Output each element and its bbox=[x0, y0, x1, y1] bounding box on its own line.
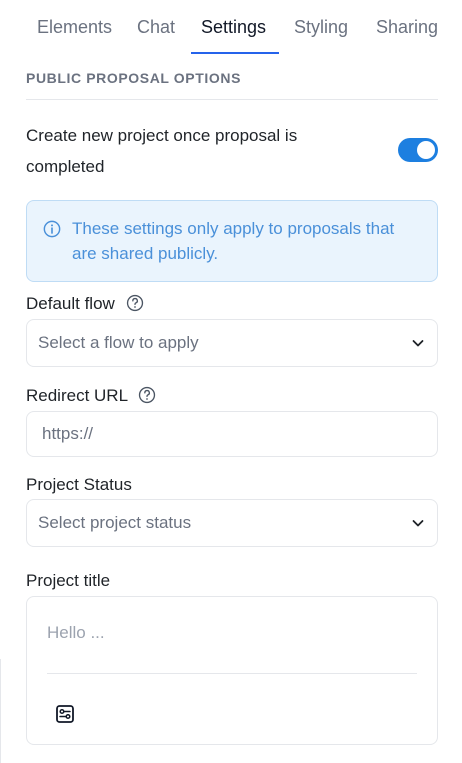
create-project-toggle[interactable] bbox=[398, 138, 438, 162]
panel-edge bbox=[0, 659, 1, 763]
default-flow-label-text: Default flow bbox=[26, 294, 115, 313]
section-divider bbox=[26, 99, 438, 100]
project-title-editor[interactable]: Hello ... bbox=[26, 596, 438, 745]
create-project-label: Create new project once proposal is comp… bbox=[26, 126, 298, 176]
redirect-url-label: Redirect URL bbox=[26, 386, 156, 406]
chevron-down-icon bbox=[412, 340, 424, 347]
project-title-label: Project title bbox=[26, 571, 111, 590]
project-status-label: Project Status bbox=[26, 475, 132, 494]
active-tab-indicator bbox=[191, 52, 279, 54]
default-flow-label: Default flow bbox=[26, 294, 144, 314]
tab-sharing[interactable]: Sharing bbox=[376, 17, 438, 38]
info-text: These settings only apply to proposals t… bbox=[72, 219, 395, 263]
default-flow-placeholder: Select a flow to apply bbox=[38, 333, 199, 352]
tab-settings[interactable]: Settings bbox=[201, 17, 266, 38]
redirect-url-field bbox=[26, 411, 438, 457]
tab-bar: Elements Chat Settings Styling Sharing bbox=[0, 0, 462, 54]
default-flow-select[interactable]: Select a flow to apply bbox=[26, 319, 438, 367]
toggle-knob bbox=[417, 141, 435, 159]
project-status-placeholder: Select project status bbox=[38, 513, 192, 532]
editor-divider bbox=[47, 673, 417, 674]
help-circle-icon[interactable] bbox=[126, 294, 144, 312]
section-title: PUBLIC PROPOSAL OPTIONS bbox=[26, 70, 242, 86]
help-circle-icon[interactable] bbox=[138, 386, 156, 404]
chevron-down-icon bbox=[412, 520, 424, 527]
tab-elements[interactable]: Elements bbox=[37, 17, 112, 38]
info-circle-icon bbox=[43, 220, 61, 238]
redirect-url-input[interactable] bbox=[42, 412, 422, 456]
info-callout: These settings only apply to proposals t… bbox=[26, 200, 438, 282]
project-status-select[interactable]: Select project status bbox=[26, 499, 438, 547]
tab-chat[interactable]: Chat bbox=[137, 17, 175, 38]
project-title-placeholder: Hello ... bbox=[47, 623, 105, 642]
tab-styling[interactable]: Styling bbox=[294, 17, 348, 38]
variable-icon[interactable] bbox=[55, 704, 75, 724]
redirect-url-label-text: Redirect URL bbox=[26, 386, 128, 405]
